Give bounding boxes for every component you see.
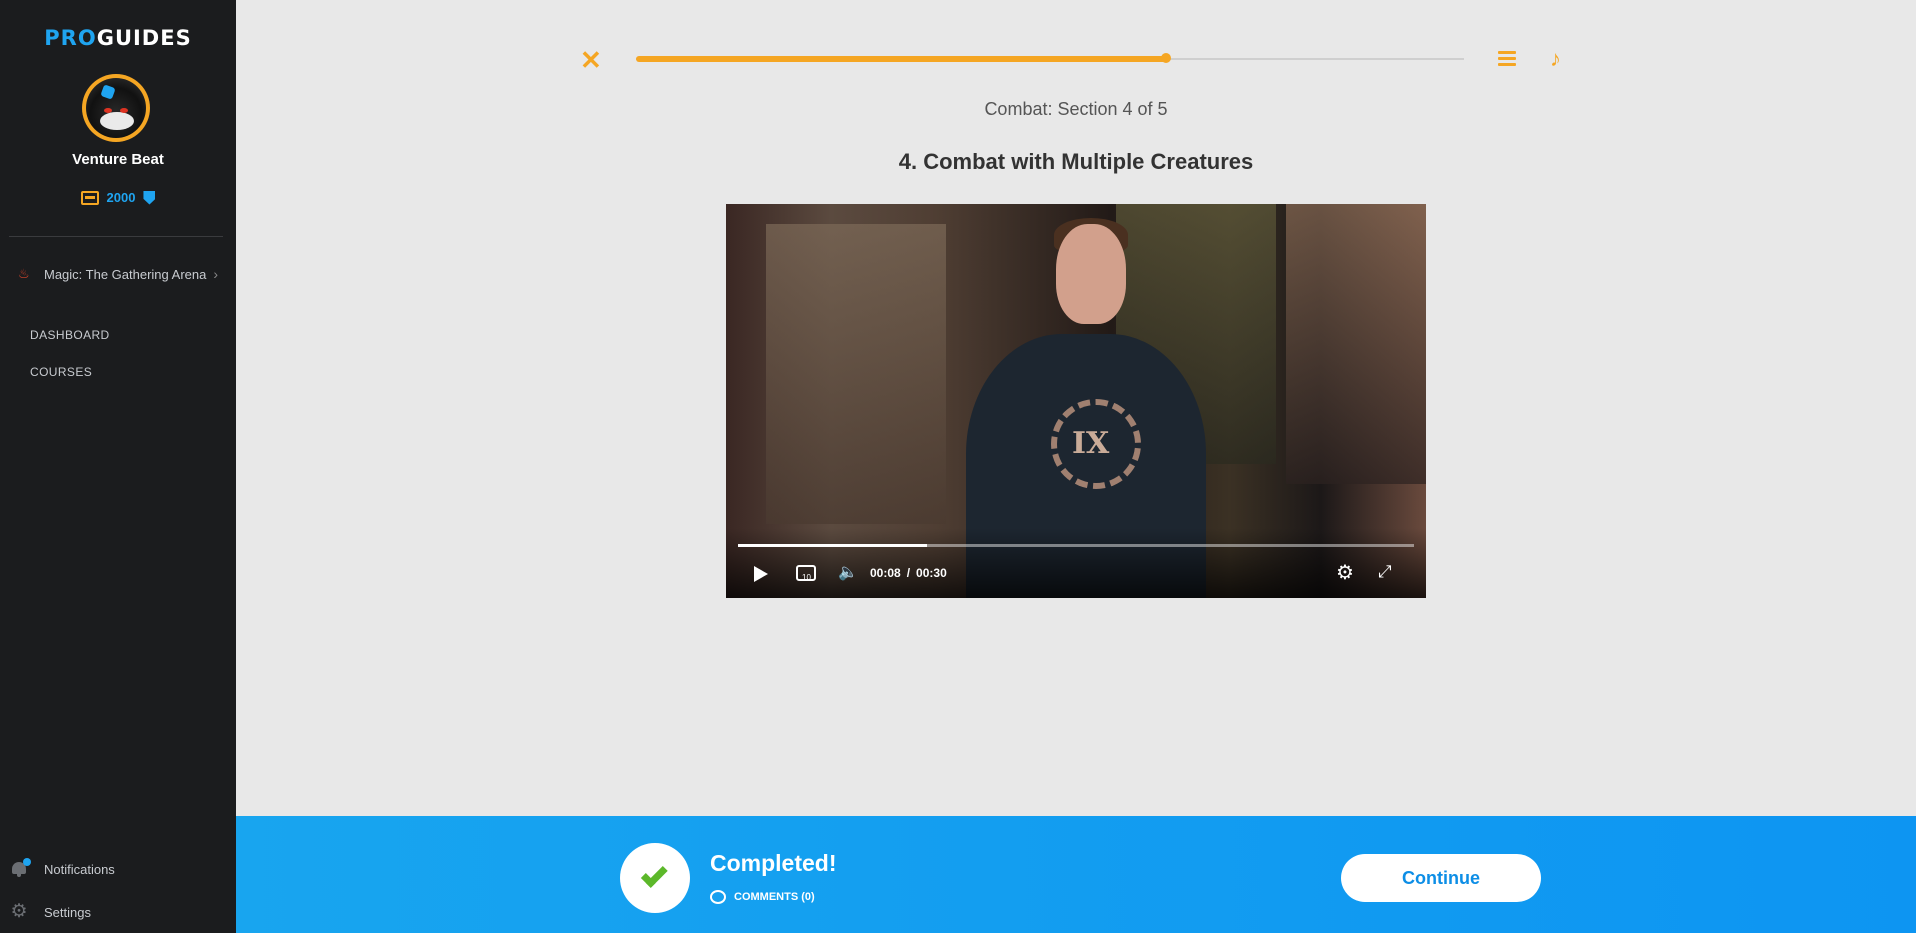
check-icon (620, 843, 690, 913)
video-player[interactable]: IX 10 🔈 00:08/00:30 ⚙ ⤢ (726, 204, 1426, 598)
video-duration: 00:30 (916, 566, 947, 580)
fullscreen-icon[interactable]: ⤢ (1378, 562, 1392, 582)
avatar[interactable] (82, 74, 150, 142)
bell-icon (10, 858, 31, 878)
volume-icon[interactable]: 🔈 (838, 562, 858, 582)
comment-bubble-icon (710, 890, 726, 904)
lesson-title: 4. Combat with Multiple Creatures (898, 149, 1254, 174)
notifications-label: Notifications (44, 861, 115, 877)
video-current-time: 00:08 (870, 566, 901, 580)
video-controls (726, 528, 1426, 598)
username: Venture Beat (72, 151, 164, 168)
comments-link[interactable]: COMMENTS (0) (710, 890, 815, 904)
music-note-icon[interactable]: ♪ (1550, 46, 1561, 72)
settings-link[interactable]: ⚙ Settings (10, 901, 91, 922)
credits-amount: 2000 (106, 190, 136, 205)
close-icon[interactable]: ✕ (580, 47, 602, 73)
rewind-10-icon[interactable]: 10 (796, 565, 816, 582)
course-progress-fill (636, 56, 1166, 62)
gear-icon: ⚙ (10, 901, 28, 922)
nav-dashboard[interactable]: DASHBOARD (30, 328, 110, 342)
video-settings-icon[interactable]: ⚙ (1336, 560, 1354, 585)
video-seek-bar[interactable] (738, 544, 1414, 547)
menu-icon[interactable] (1498, 51, 1516, 67)
completed-title: Completed! (710, 850, 837, 876)
notifications-link[interactable]: Notifications (10, 858, 115, 878)
logo-guides: GUIDES (96, 26, 192, 50)
shirt-emblem-text: IX (1072, 426, 1110, 461)
nav-courses[interactable]: COURSES (30, 365, 92, 379)
play-icon[interactable] (754, 566, 768, 582)
course-progress-bar (636, 53, 1464, 63)
mtg-flame-icon: ♨ (18, 266, 30, 281)
game-selector[interactable]: ♨ Magic: The Gathering Arena › (18, 266, 218, 282)
logo-pro: PRO (44, 26, 97, 50)
comments-label: COMMENTS (0) (734, 891, 815, 903)
chevron-right-icon: › (213, 266, 218, 282)
settings-label: Settings (44, 904, 91, 920)
video-time: 00:08/00:30 (870, 566, 947, 580)
sidebar: PROGUIDES Venture Beat 2000 ♨ Magic: The… (0, 0, 236, 933)
completion-bar: Completed! COMMENTS (0) Continue (236, 816, 1916, 933)
shield-icon (143, 190, 156, 205)
notification-dot (23, 858, 31, 866)
course-progress-knob (1160, 53, 1171, 63)
credits-balance[interactable]: 2000 (0, 190, 236, 205)
video-seek-fill (738, 544, 928, 547)
wallet-icon (80, 190, 99, 205)
sidebar-divider (9, 236, 223, 237)
continue-button[interactable]: Continue (1341, 854, 1541, 902)
section-label: Combat: Section 4 of 5 (984, 99, 1168, 119)
proguides-logo[interactable]: PROGUIDES (0, 26, 236, 50)
avatar-image (86, 78, 146, 138)
game-name: Magic: The Gathering Arena (44, 266, 207, 282)
